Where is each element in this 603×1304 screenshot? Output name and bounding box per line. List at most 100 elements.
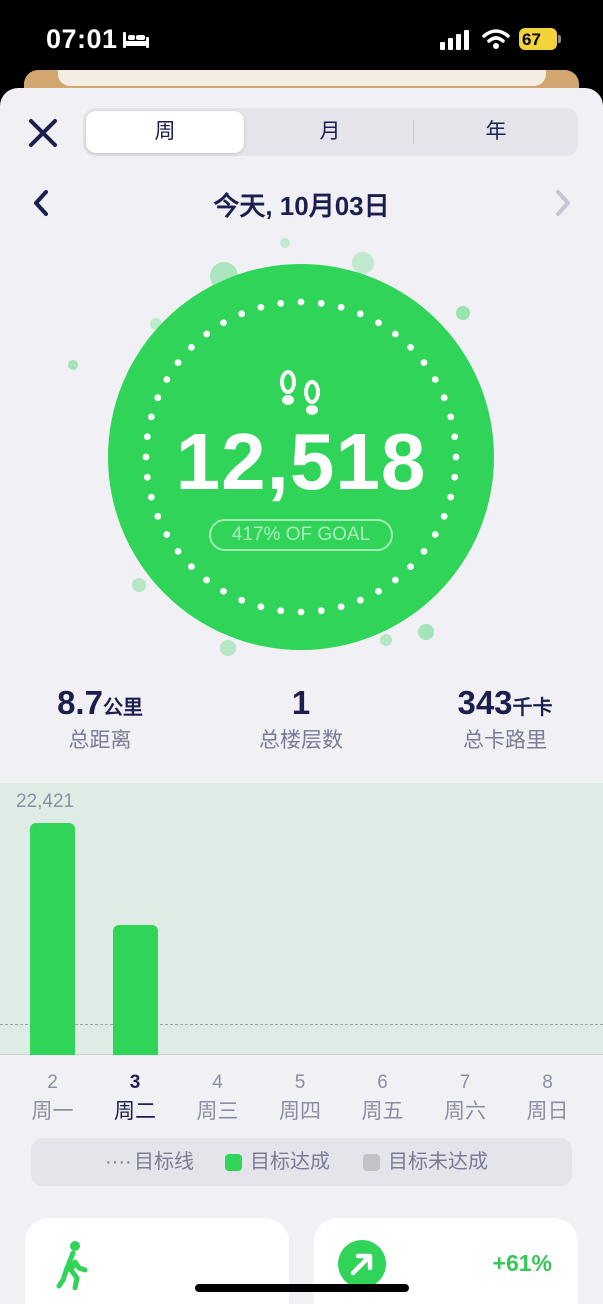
progress-dot	[407, 563, 415, 571]
tick-day-number: 3	[129, 1072, 141, 1093]
progress-dot	[337, 303, 345, 311]
day-column-label[interactable]: 3 周二	[105, 1072, 165, 1125]
battery-icon: 67	[519, 28, 563, 52]
chart-baseline	[0, 1054, 603, 1055]
wifi-icon	[482, 29, 510, 49]
background-sheet-inner	[58, 70, 546, 86]
progress-dot	[163, 531, 171, 538]
progress-dot	[375, 319, 382, 327]
progress-dot	[356, 310, 364, 318]
walking-person-icon	[56, 1241, 88, 1290]
goal-percent-badge: 417% OF GOAL	[209, 519, 393, 551]
footsteps-icon	[280, 370, 320, 415]
chevron-right-icon[interactable]	[552, 188, 574, 218]
progress-dot	[174, 547, 182, 555]
legend-goal-line-dash: ····	[105, 1151, 132, 1173]
progress-dot	[317, 299, 325, 307]
day-column-label[interactable]: 8 周日	[518, 1072, 578, 1125]
stat-floors: 1 总楼层数	[201, 684, 401, 754]
day-column-label[interactable]: 4 周三	[188, 1072, 248, 1125]
bubble	[68, 360, 78, 370]
progress-dot	[440, 394, 448, 402]
tab-month[interactable]: 月	[251, 111, 409, 153]
progress-dot	[431, 531, 439, 538]
tick-day-number: 7	[459, 1072, 471, 1093]
day-column-label[interactable]: 2 周一	[23, 1072, 83, 1125]
stat-calories: 343千卡 总卡路里	[405, 684, 603, 754]
tick-day-number: 6	[377, 1072, 388, 1093]
tick-day-name: 周三	[196, 1100, 239, 1123]
progress-dot	[187, 563, 195, 571]
status-time: 07:01	[46, 24, 118, 54]
stat-value: 343	[457, 684, 513, 721]
progress-dot	[356, 596, 364, 604]
progress-dot	[187, 343, 195, 351]
progress-dot	[154, 512, 162, 520]
progress-dot	[297, 298, 305, 306]
stat-label: 总距离	[68, 729, 132, 752]
tab-week[interactable]: 周	[86, 111, 244, 153]
tick-day-name: 周六	[444, 1100, 486, 1123]
stat-label: 总楼层数	[259, 729, 343, 752]
weekly-steps-chart: 22,421	[0, 783, 603, 1055]
progress-dot	[431, 376, 439, 383]
stat-distance: 8.7公里 总距离	[0, 684, 200, 754]
progress-dot	[420, 359, 428, 367]
tick-day-name: 周四	[279, 1100, 321, 1123]
status-bar: 07:01 67	[0, 0, 603, 80]
bubble	[280, 238, 290, 248]
activity-sheet: 周 月 年 今天, 10月03日 12,518 417% OF GOAL 8.7…	[0, 88, 603, 1304]
progress-dot	[174, 359, 182, 367]
day-column-label[interactable]: 6 周五	[353, 1072, 413, 1125]
stat-unit: 公里	[102, 697, 143, 719]
goal-line	[0, 1023, 603, 1025]
tick-day-number: 2	[47, 1072, 58, 1093]
tick-day-name: 周一	[31, 1100, 74, 1123]
legend-reached: 目标达成	[250, 1151, 330, 1173]
progress-dot	[277, 299, 285, 307]
legend-not-reached-swatch	[363, 1154, 380, 1171]
progress-dot	[440, 512, 448, 520]
progress-dot	[297, 608, 305, 616]
stat-unit: 千卡	[512, 697, 553, 719]
tick-day-number: 8	[542, 1072, 553, 1093]
day-column-label[interactable]: 7 周六	[435, 1072, 495, 1125]
progress-dot	[238, 310, 246, 318]
progress-dot	[220, 587, 227, 595]
progress-dot	[203, 330, 211, 338]
bed-icon	[123, 32, 149, 48]
stat-value: 8.7	[57, 684, 103, 721]
steps-ring: 12,518 417% OF GOAL	[68, 218, 520, 658]
progress-dot	[407, 343, 415, 351]
chart-max-label: 22,421	[16, 791, 75, 812]
legend-reached-swatch	[225, 1154, 242, 1171]
signal-icon	[440, 30, 469, 50]
progress-dot	[375, 587, 382, 595]
progress-dot	[337, 603, 345, 611]
stat-value: 1	[291, 684, 311, 721]
progress-dot	[220, 319, 227, 327]
tick-day-name: 周五	[361, 1100, 404, 1123]
progress-dot	[257, 303, 265, 311]
close-icon[interactable]	[26, 116, 60, 150]
arrow-up-right-icon	[338, 1240, 386, 1288]
chart-legend: ···· 目标线 目标达成 目标未达成	[31, 1138, 572, 1186]
trend-percent: +61%	[492, 1250, 552, 1276]
progress-dot	[277, 607, 285, 615]
tick-day-number: 4	[212, 1072, 223, 1093]
home-indicator[interactable]	[195, 1284, 409, 1292]
progress-dot	[203, 576, 211, 584]
tab-year[interactable]: 年	[417, 111, 575, 153]
tick-day-name: 周日	[526, 1100, 569, 1123]
chart-bar[interactable]	[30, 823, 75, 1055]
chart-bar[interactable]	[112, 925, 158, 1055]
progress-dot	[154, 394, 162, 402]
legend-goal-line: 目标线	[134, 1151, 194, 1173]
battery-level: 67	[522, 30, 541, 49]
progress-dot	[391, 576, 399, 584]
tick-day-name: 周二	[114, 1100, 156, 1123]
progress-dot	[420, 547, 428, 555]
day-column-label[interactable]: 5 周四	[270, 1072, 330, 1125]
period-segmented-control: 周 月 年	[83, 108, 578, 156]
progress-dot	[238, 596, 246, 604]
